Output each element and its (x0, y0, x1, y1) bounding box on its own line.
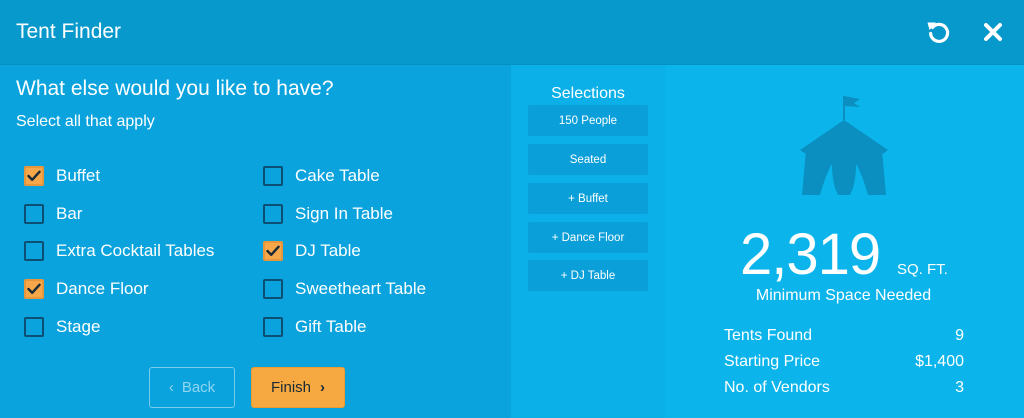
selection-chip: + DJ Table (528, 260, 648, 291)
back-button-label: Back (181, 379, 216, 396)
stat-value: 9 (955, 327, 964, 344)
option-sign-in-table[interactable]: Sign In Table (263, 202, 393, 226)
stat-value: $1,400 (915, 353, 964, 370)
checkbox[interactable] (24, 241, 44, 261)
option-label: Gift Table (295, 317, 367, 336)
summary-panel: 2,319 SQ. FT. Minimum Space Needed Tents… (665, 65, 1024, 418)
space-label: Minimum Space Needed (755, 287, 932, 304)
finish-button-label: Finish (270, 379, 311, 396)
checkbox[interactable] (263, 241, 283, 261)
checkbox[interactable] (263, 204, 283, 224)
checkmark-icon (27, 170, 41, 181)
option-label: Sweetheart Table (295, 279, 427, 298)
checkbox[interactable] (24, 317, 44, 337)
stat-label: No. of Vendors (724, 379, 830, 396)
option-label: Dance Floor (56, 279, 149, 298)
selections-title: Selections (551, 85, 625, 102)
finish-button[interactable]: Finish › (251, 367, 345, 408)
selection-chip: Seated (528, 144, 648, 175)
space-unit: SQ. FT. (897, 261, 948, 278)
chevron-right-icon: › (320, 379, 325, 396)
stat-row: Starting Price $1,400 (724, 352, 964, 372)
checkbox[interactable] (263, 317, 283, 337)
checkbox[interactable] (263, 279, 283, 299)
option-bar[interactable]: Bar (24, 202, 82, 226)
option-dance-floor[interactable]: Dance Floor (24, 277, 149, 301)
option-label: Bar (56, 204, 83, 223)
option-label: Stage (56, 317, 101, 336)
checkbox[interactable] (24, 166, 44, 186)
selection-chip: + Buffet (528, 183, 648, 214)
checkmark-icon (266, 245, 280, 256)
option-cake-table[interactable]: Cake Table (263, 164, 380, 188)
stat-label: Starting Price (724, 353, 821, 370)
back-button[interactable]: ‹ Back (149, 367, 235, 408)
selection-chip: + Dance Floor (528, 222, 648, 253)
stat-row: Tents Found 9 (724, 326, 964, 346)
checkbox[interactable] (24, 204, 44, 224)
chevron-left-icon: ‹ (168, 379, 174, 396)
option-sweetheart-table[interactable]: Sweetheart Table (263, 277, 426, 301)
stat-value: 3 (955, 379, 964, 396)
option-label: Sign In Table (295, 204, 393, 223)
question-subtitle: Select all that apply (16, 113, 155, 130)
space-value: 2,319 (740, 222, 881, 287)
option-label: Extra Cocktail Tables (56, 241, 215, 260)
checkbox[interactable] (24, 279, 44, 299)
option-label: Cake Table (295, 166, 380, 185)
option-stage[interactable]: Stage (24, 315, 100, 339)
reset-icon[interactable] (925, 18, 953, 46)
options-panel: What else would you like to have? Select… (0, 65, 511, 418)
checkmark-icon (27, 283, 41, 294)
app-header: Tent Finder (0, 0, 1024, 65)
option-dj-table[interactable]: DJ Table (263, 239, 361, 263)
option-extra-cocktail-tables[interactable]: Extra Cocktail Tables (24, 239, 214, 263)
option-gift-table[interactable]: Gift Table (263, 315, 367, 339)
checkbox[interactable] (263, 166, 283, 186)
option-buffet[interactable]: Buffet (24, 164, 100, 188)
selections-panel: Selections 150 People Seated + Buffet + … (511, 65, 665, 418)
option-label: Buffet (56, 166, 101, 185)
question-title: What else would you like to have? (16, 77, 334, 100)
stat-label: Tents Found (724, 327, 813, 344)
option-label: DJ Table (295, 241, 361, 260)
stat-row: No. of Vendors 3 (724, 378, 964, 398)
selection-chip: 150 People (528, 105, 648, 136)
close-icon[interactable] (979, 18, 1007, 46)
circus-tent-icon (782, 92, 902, 202)
app-title: Tent Finder (16, 20, 122, 43)
